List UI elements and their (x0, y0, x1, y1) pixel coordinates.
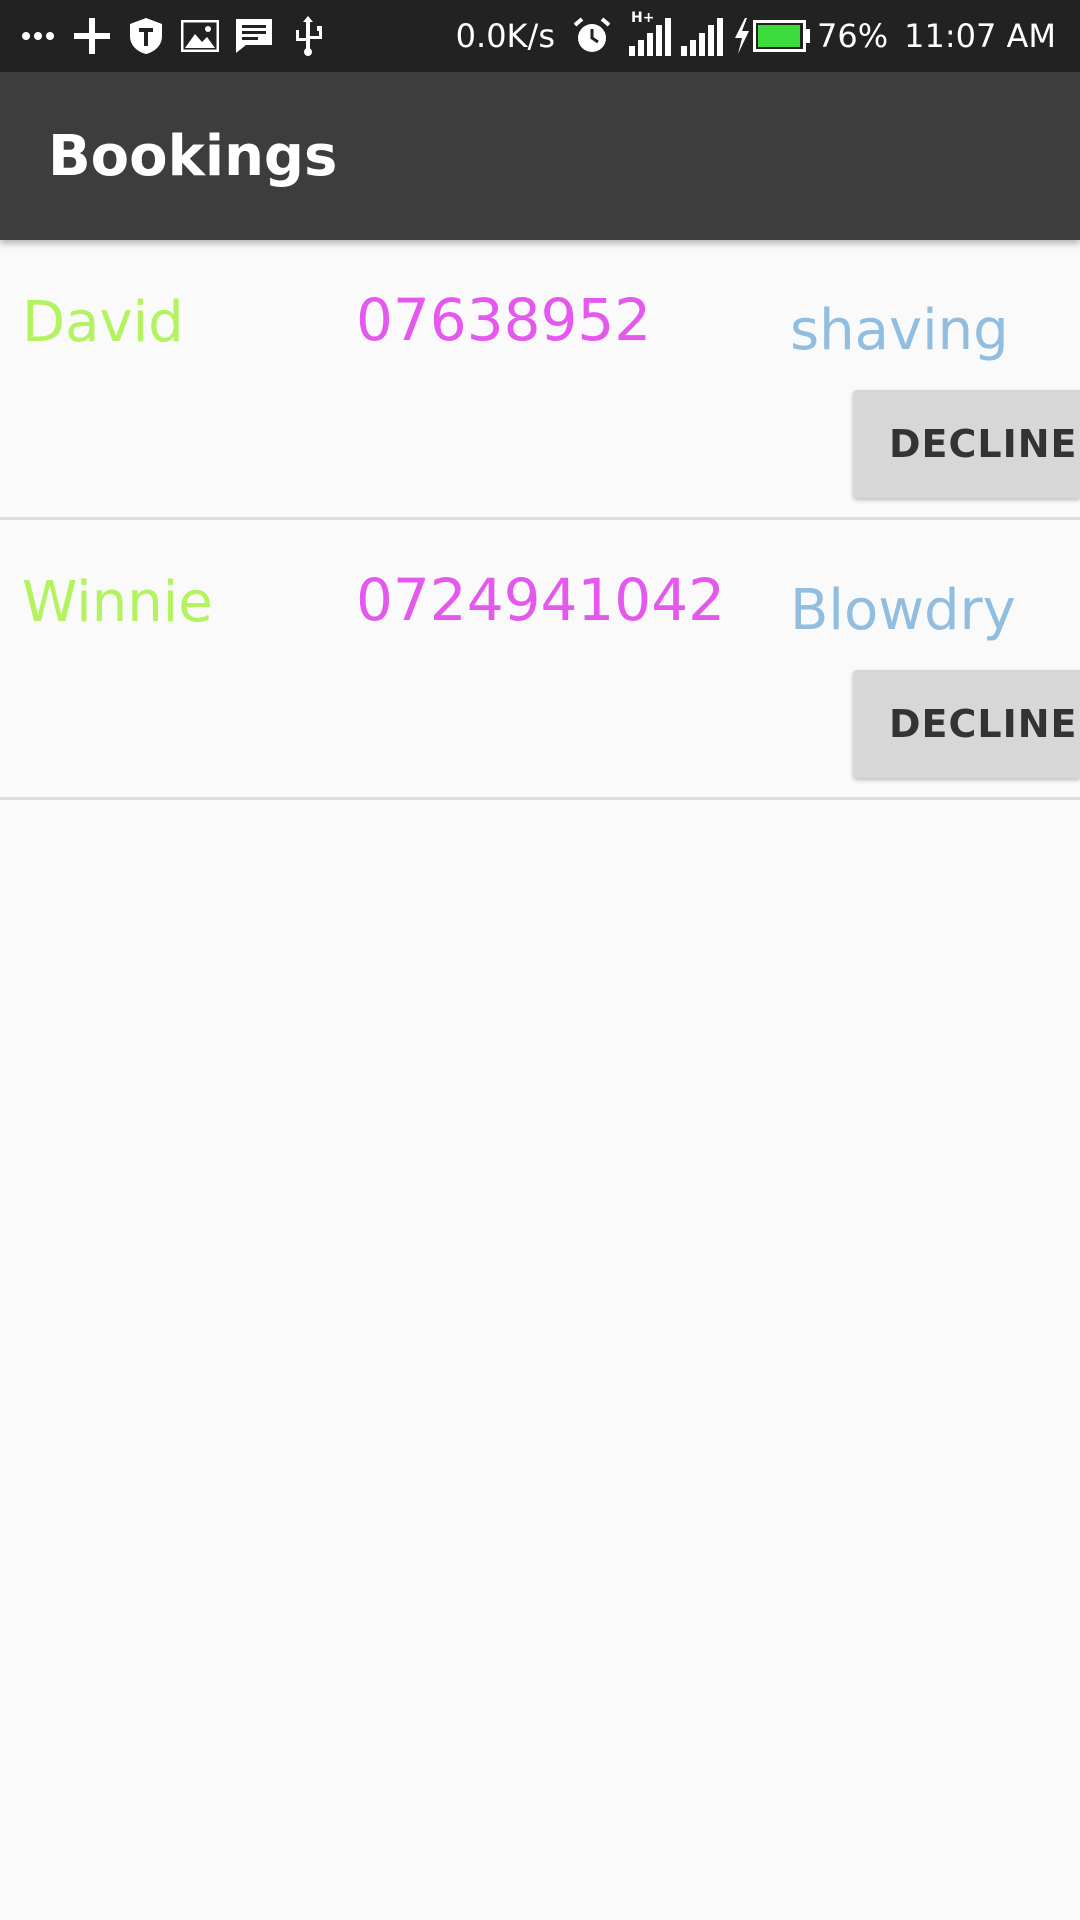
customer-phone: 0724941042 (356, 566, 726, 634)
screen: 0.0K/s H+ 76% 11:07 AM Bookings David 07… (0, 0, 1080, 1920)
clock: 11:07 AM (904, 17, 1056, 55)
list-item: David 07638952 shaving DECLINE (0, 240, 1080, 520)
service-name: Blowdry (790, 578, 1016, 643)
more-icon (18, 16, 58, 56)
signal-icon (680, 14, 725, 58)
status-icons-right: 0.0K/s H+ 76% 11:07 AM (446, 0, 1056, 72)
app-bar: Bookings (0, 72, 1080, 240)
decline-button[interactable]: DECLINE (853, 670, 1080, 778)
status-icons-left (18, 0, 342, 72)
shield-icon (126, 16, 166, 56)
customer-name: Winnie (22, 570, 213, 635)
charging-icon (733, 14, 751, 58)
bookings-list: David 07638952 shaving DECLINE Winnie 07… (0, 240, 1080, 800)
network-type: H+ (630, 10, 655, 26)
plus-icon (72, 16, 112, 56)
service-name: shaving (790, 298, 1009, 363)
usb-icon (288, 16, 328, 56)
battery-percent: 76% (816, 17, 889, 55)
page-title: Bookings (48, 124, 338, 189)
net-speed: 0.0K/s (455, 17, 555, 55)
customer-phone: 07638952 (356, 286, 652, 354)
alarm-icon (573, 14, 611, 58)
customer-name: David (22, 290, 184, 355)
signal-icon: H+ (628, 10, 673, 58)
list-item: Winnie 0724941042 Blowdry DECLINE (0, 520, 1080, 800)
status-bar: 0.0K/s H+ 76% 11:07 AM (0, 0, 1080, 72)
decline-button[interactable]: DECLINE (853, 390, 1080, 498)
message-icon (234, 16, 274, 56)
battery-icon (752, 14, 811, 58)
image-icon (180, 16, 220, 56)
